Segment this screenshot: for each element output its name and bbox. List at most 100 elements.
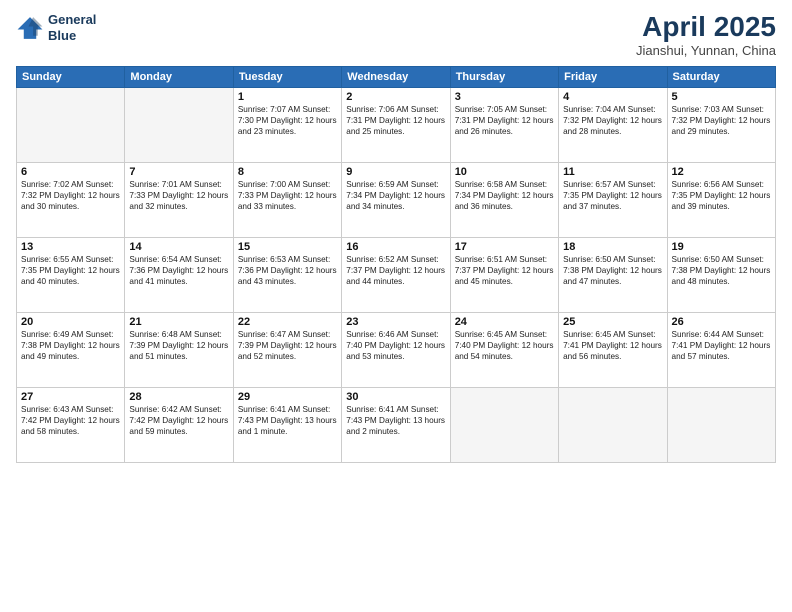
day-number: 29 <box>238 391 337 403</box>
weekday-header-cell: Saturday <box>667 66 775 87</box>
header: General Blue April 2025 Jianshui, Yunnan… <box>16 12 776 58</box>
calendar-day-cell <box>559 387 667 462</box>
calendar-week-row: 1Sunrise: 7:07 AM Sunset: 7:30 PM Daylig… <box>17 87 776 162</box>
calendar-day-cell: 30Sunrise: 6:41 AM Sunset: 7:43 PM Dayli… <box>342 387 450 462</box>
day-info: Sunrise: 6:50 AM Sunset: 7:38 PM Dayligh… <box>563 254 662 287</box>
day-info: Sunrise: 6:50 AM Sunset: 7:38 PM Dayligh… <box>672 254 771 287</box>
calendar-day-cell: 13Sunrise: 6:55 AM Sunset: 7:35 PM Dayli… <box>17 237 125 312</box>
day-number: 3 <box>455 91 554 103</box>
day-number: 19 <box>672 241 771 253</box>
day-number: 7 <box>129 166 228 178</box>
calendar-header: SundayMondayTuesdayWednesdayThursdayFrid… <box>17 66 776 87</box>
day-info: Sunrise: 6:53 AM Sunset: 7:36 PM Dayligh… <box>238 254 337 287</box>
day-info: Sunrise: 7:01 AM Sunset: 7:33 PM Dayligh… <box>129 179 228 212</box>
logo-line2: Blue <box>48 28 96 44</box>
calendar-week-row: 27Sunrise: 6:43 AM Sunset: 7:42 PM Dayli… <box>17 387 776 462</box>
weekday-header-cell: Thursday <box>450 66 558 87</box>
logo-text: General Blue <box>48 12 96 43</box>
day-number: 26 <box>672 316 771 328</box>
day-info: Sunrise: 6:49 AM Sunset: 7:38 PM Dayligh… <box>21 329 120 362</box>
day-number: 22 <box>238 316 337 328</box>
day-info: Sunrise: 6:57 AM Sunset: 7:35 PM Dayligh… <box>563 179 662 212</box>
day-number: 27 <box>21 391 120 403</box>
calendar-day-cell: 21Sunrise: 6:48 AM Sunset: 7:39 PM Dayli… <box>125 312 233 387</box>
calendar-day-cell: 11Sunrise: 6:57 AM Sunset: 7:35 PM Dayli… <box>559 162 667 237</box>
day-info: Sunrise: 7:02 AM Sunset: 7:32 PM Dayligh… <box>21 179 120 212</box>
day-info: Sunrise: 6:52 AM Sunset: 7:37 PM Dayligh… <box>346 254 445 287</box>
day-info: Sunrise: 7:06 AM Sunset: 7:31 PM Dayligh… <box>346 104 445 137</box>
calendar-day-cell: 1Sunrise: 7:07 AM Sunset: 7:30 PM Daylig… <box>233 87 341 162</box>
day-number: 10 <box>455 166 554 178</box>
weekday-header-cell: Monday <box>125 66 233 87</box>
calendar-day-cell: 9Sunrise: 6:59 AM Sunset: 7:34 PM Daylig… <box>342 162 450 237</box>
calendar-day-cell: 20Sunrise: 6:49 AM Sunset: 7:38 PM Dayli… <box>17 312 125 387</box>
day-info: Sunrise: 6:54 AM Sunset: 7:36 PM Dayligh… <box>129 254 228 287</box>
logo: General Blue <box>16 12 96 43</box>
day-info: Sunrise: 6:41 AM Sunset: 7:43 PM Dayligh… <box>238 404 337 437</box>
day-number: 15 <box>238 241 337 253</box>
calendar-day-cell: 18Sunrise: 6:50 AM Sunset: 7:38 PM Dayli… <box>559 237 667 312</box>
day-number: 13 <box>21 241 120 253</box>
calendar-day-cell: 8Sunrise: 7:00 AM Sunset: 7:33 PM Daylig… <box>233 162 341 237</box>
calendar-day-cell: 7Sunrise: 7:01 AM Sunset: 7:33 PM Daylig… <box>125 162 233 237</box>
day-info: Sunrise: 6:47 AM Sunset: 7:39 PM Dayligh… <box>238 329 337 362</box>
weekday-header-cell: Wednesday <box>342 66 450 87</box>
calendar-day-cell: 3Sunrise: 7:05 AM Sunset: 7:31 PM Daylig… <box>450 87 558 162</box>
day-number: 6 <box>21 166 120 178</box>
day-number: 8 <box>238 166 337 178</box>
calendar-day-cell: 2Sunrise: 7:06 AM Sunset: 7:31 PM Daylig… <box>342 87 450 162</box>
day-number: 28 <box>129 391 228 403</box>
day-number: 20 <box>21 316 120 328</box>
calendar-day-cell: 4Sunrise: 7:04 AM Sunset: 7:32 PM Daylig… <box>559 87 667 162</box>
day-number: 14 <box>129 241 228 253</box>
calendar-day-cell: 23Sunrise: 6:46 AM Sunset: 7:40 PM Dayli… <box>342 312 450 387</box>
calendar-day-cell: 27Sunrise: 6:43 AM Sunset: 7:42 PM Dayli… <box>17 387 125 462</box>
title-block: April 2025 Jianshui, Yunnan, China <box>636 12 776 58</box>
calendar-day-cell <box>450 387 558 462</box>
main-title: April 2025 <box>636 12 776 43</box>
calendar-day-cell <box>667 387 775 462</box>
day-info: Sunrise: 6:45 AM Sunset: 7:40 PM Dayligh… <box>455 329 554 362</box>
calendar-week-row: 13Sunrise: 6:55 AM Sunset: 7:35 PM Dayli… <box>17 237 776 312</box>
day-info: Sunrise: 7:03 AM Sunset: 7:32 PM Dayligh… <box>672 104 771 137</box>
calendar-day-cell <box>17 87 125 162</box>
calendar-week-row: 20Sunrise: 6:49 AM Sunset: 7:38 PM Dayli… <box>17 312 776 387</box>
day-info: Sunrise: 6:44 AM Sunset: 7:41 PM Dayligh… <box>672 329 771 362</box>
calendar-day-cell: 16Sunrise: 6:52 AM Sunset: 7:37 PM Dayli… <box>342 237 450 312</box>
day-number: 4 <box>563 91 662 103</box>
day-number: 30 <box>346 391 445 403</box>
calendar-day-cell: 14Sunrise: 6:54 AM Sunset: 7:36 PM Dayli… <box>125 237 233 312</box>
day-number: 11 <box>563 166 662 178</box>
subtitle: Jianshui, Yunnan, China <box>636 43 776 58</box>
day-number: 24 <box>455 316 554 328</box>
day-number: 2 <box>346 91 445 103</box>
day-number: 17 <box>455 241 554 253</box>
calendar-day-cell: 17Sunrise: 6:51 AM Sunset: 7:37 PM Dayli… <box>450 237 558 312</box>
calendar-week-row: 6Sunrise: 7:02 AM Sunset: 7:32 PM Daylig… <box>17 162 776 237</box>
day-info: Sunrise: 6:48 AM Sunset: 7:39 PM Dayligh… <box>129 329 228 362</box>
calendar-day-cell: 6Sunrise: 7:02 AM Sunset: 7:32 PM Daylig… <box>17 162 125 237</box>
page: General Blue April 2025 Jianshui, Yunnan… <box>0 0 792 612</box>
weekday-header-cell: Friday <box>559 66 667 87</box>
day-info: Sunrise: 6:46 AM Sunset: 7:40 PM Dayligh… <box>346 329 445 362</box>
day-number: 16 <box>346 241 445 253</box>
day-info: Sunrise: 6:43 AM Sunset: 7:42 PM Dayligh… <box>21 404 120 437</box>
day-number: 18 <box>563 241 662 253</box>
calendar-day-cell <box>125 87 233 162</box>
logo-line1: General <box>48 12 96 28</box>
day-info: Sunrise: 7:04 AM Sunset: 7:32 PM Dayligh… <box>563 104 662 137</box>
day-number: 12 <box>672 166 771 178</box>
day-info: Sunrise: 6:55 AM Sunset: 7:35 PM Dayligh… <box>21 254 120 287</box>
calendar-day-cell: 26Sunrise: 6:44 AM Sunset: 7:41 PM Dayli… <box>667 312 775 387</box>
day-info: Sunrise: 6:59 AM Sunset: 7:34 PM Dayligh… <box>346 179 445 212</box>
weekday-header-cell: Tuesday <box>233 66 341 87</box>
day-info: Sunrise: 6:58 AM Sunset: 7:34 PM Dayligh… <box>455 179 554 212</box>
calendar-day-cell: 15Sunrise: 6:53 AM Sunset: 7:36 PM Dayli… <box>233 237 341 312</box>
logo-icon <box>16 14 44 42</box>
day-info: Sunrise: 6:42 AM Sunset: 7:42 PM Dayligh… <box>129 404 228 437</box>
calendar-day-cell: 22Sunrise: 6:47 AM Sunset: 7:39 PM Dayli… <box>233 312 341 387</box>
calendar-day-cell: 10Sunrise: 6:58 AM Sunset: 7:34 PM Dayli… <box>450 162 558 237</box>
day-info: Sunrise: 7:05 AM Sunset: 7:31 PM Dayligh… <box>455 104 554 137</box>
day-number: 5 <box>672 91 771 103</box>
day-info: Sunrise: 7:07 AM Sunset: 7:30 PM Dayligh… <box>238 104 337 137</box>
